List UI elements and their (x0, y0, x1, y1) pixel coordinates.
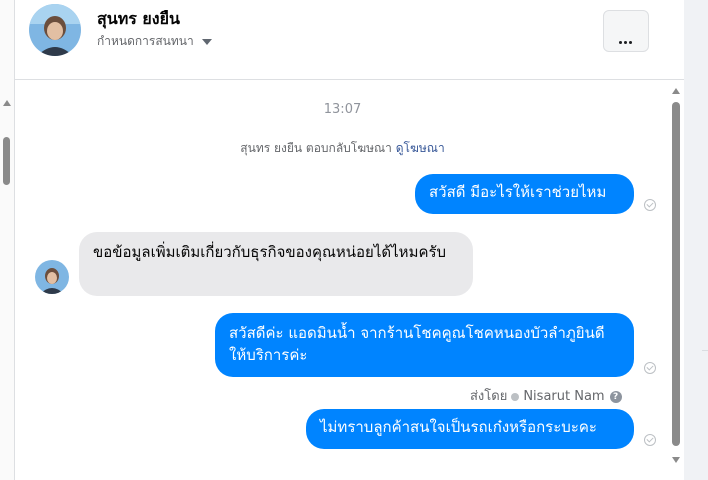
right-panel-edge (684, 0, 708, 480)
contact-avatar-small (35, 260, 69, 294)
outer-scrollbar-thumb[interactable] (3, 137, 10, 185)
scroll-up-icon[interactable] (3, 100, 11, 106)
outgoing-message[interactable]: สวัสดี มีอะไรให้เราช่วยไหม (415, 174, 634, 214)
sent-by-prefix: ส่งโดย (470, 389, 508, 404)
sent-by-label: ส่งโดย Nisarut Nam? (470, 385, 622, 406)
scroll-up-icon[interactable] (672, 88, 680, 94)
chat-scrollbar-thumb[interactable] (672, 102, 680, 446)
contact-name[interactable]: สุนทร ยงยืน (97, 7, 180, 32)
incoming-message[interactable]: ขอข้อมูลเพิ่มเติมเกี่ยวกับธุรกิจของคุณหน… (79, 232, 473, 296)
manage-conversation-dropdown[interactable]: กำหนดการสนทนา (97, 32, 212, 51)
caret-down-icon (201, 38, 212, 45)
seen-check-icon (644, 199, 656, 211)
outgoing-message[interactable]: สวัสดีค่ะ แอดมินน้ำ จากร้านโชคคูณโชคหนอง… (215, 313, 634, 377)
more-horizontal-icon (619, 29, 634, 48)
sent-by-agent: Nisarut Nam (523, 389, 605, 404)
message-thread[interactable]: 13:07 สุนทร ยงยืน ตอบกลับโฆษณา ดูโฆษณา ส… (15, 80, 684, 480)
seen-check-icon (644, 434, 656, 446)
help-icon[interactable]: ? (609, 390, 622, 403)
seen-check-icon (644, 362, 656, 374)
ad-reply-notice: สุนทร ยงยืน ตอบกลับโฆษณา ดูโฆษณา (15, 139, 670, 158)
manage-conversation-label: กำหนดการสนทนา (97, 34, 194, 48)
conversation-header: สุนทร ยงยืน กำหนดการสนทนา (15, 0, 684, 80)
message-timestamp: 13:07 (323, 102, 362, 117)
ad-reply-text: สุนทร ยงยืน ตอบกลับโฆษณา (240, 141, 392, 155)
view-ad-link[interactable]: ดูโฆษณา (396, 141, 445, 155)
sent-status-icon (511, 392, 520, 401)
outer-scrollbar[interactable] (0, 0, 14, 480)
outgoing-message[interactable]: ไม่ทราบลูกค้าสนใจเป็นรถเก๋งหรือกระบะคะ (306, 409, 634, 449)
chat-scrollbar[interactable] (669, 80, 684, 470)
contact-avatar[interactable] (29, 4, 81, 56)
scroll-down-icon[interactable] (672, 457, 680, 463)
more-options-button[interactable] (603, 10, 649, 52)
divider (702, 350, 708, 351)
